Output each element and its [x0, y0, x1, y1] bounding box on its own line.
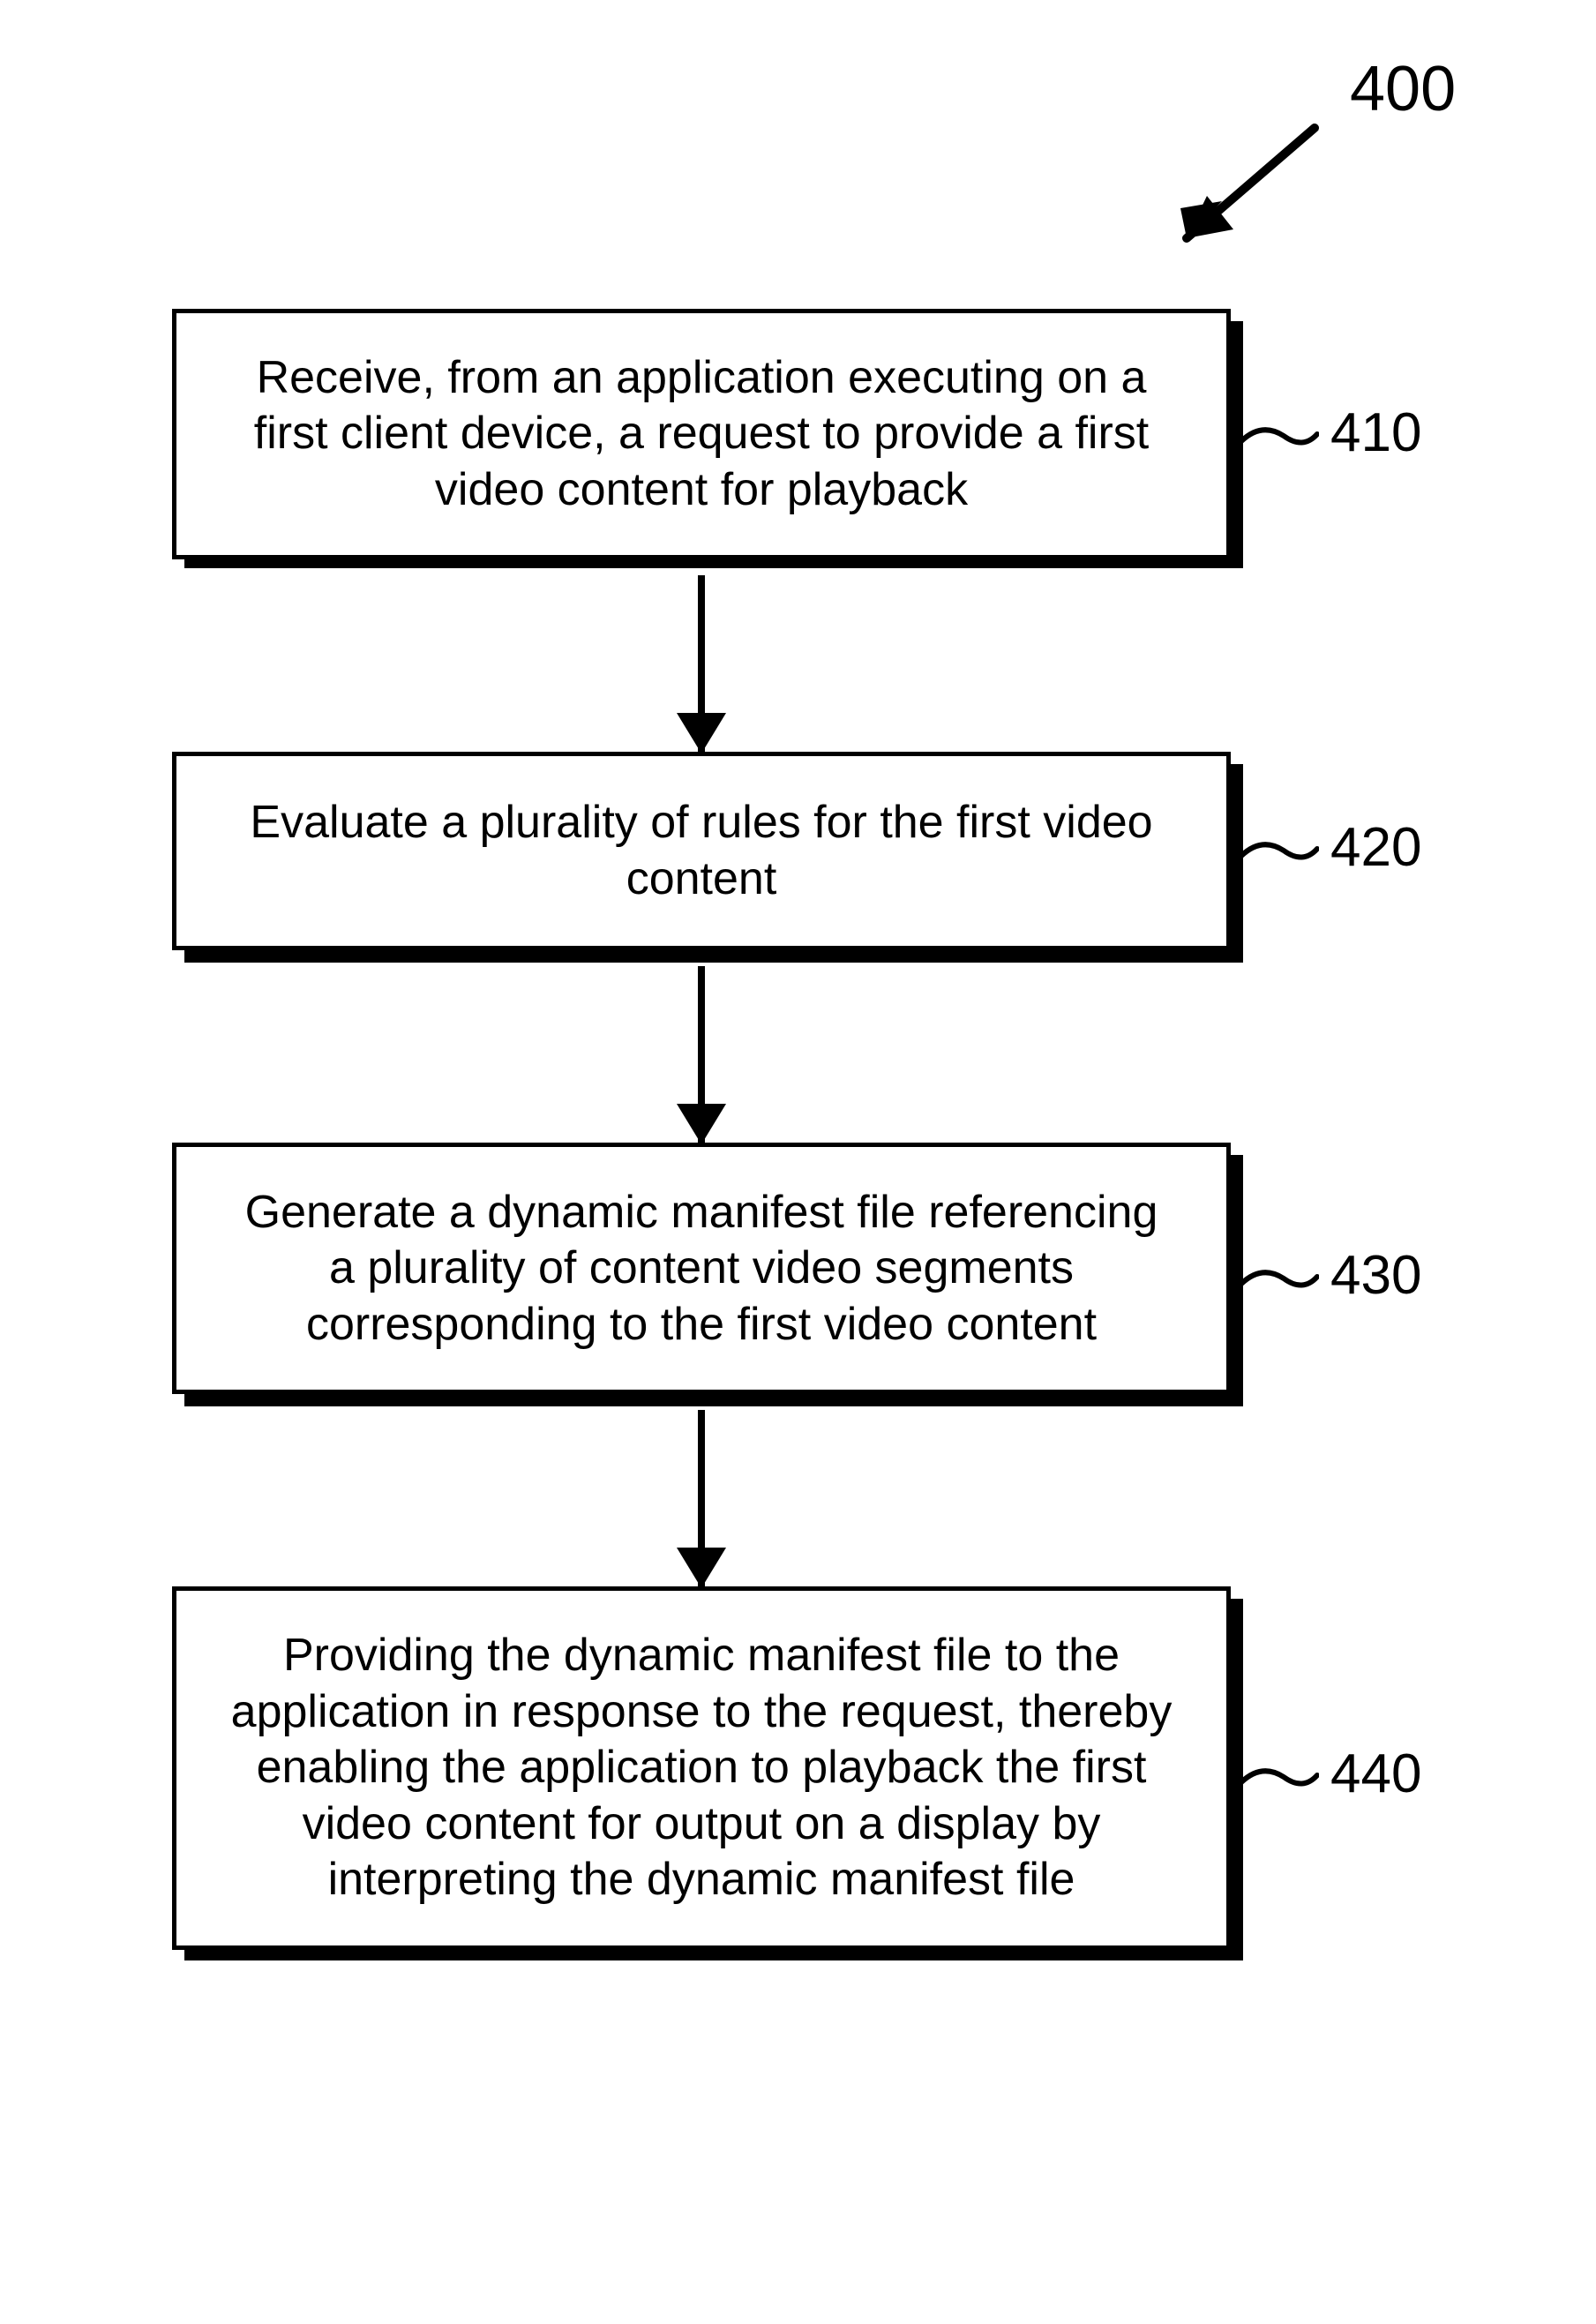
flow-step-box: Providing the dynamic manifest file to t… [172, 1586, 1231, 1949]
flow-connector [698, 1410, 705, 1586]
arrowhead-down-icon [677, 1104, 726, 1144]
figure-pointer-arrow [1138, 115, 1332, 274]
flow-step-box: Receive, from an application executing o… [172, 309, 1231, 559]
flow-step-text: Evaluate a plurality of rules for the fi… [229, 795, 1173, 907]
flow-step-4: Providing the dynamic manifest file to t… [172, 1586, 1231, 1949]
step-ref-label: 430 [1330, 1244, 1421, 1307]
flow-step-box: Evaluate a plurality of rules for the fi… [172, 752, 1231, 950]
flowchart: Receive, from an application executing o… [172, 309, 1231, 1950]
flow-step-1: Receive, from an application executing o… [172, 309, 1231, 559]
label-connector-icon [1240, 1257, 1319, 1301]
label-connector-icon [1240, 829, 1319, 873]
figure-number-label: 400 [1350, 53, 1456, 125]
step-ref-label: 410 [1330, 401, 1421, 464]
step-ref-label: 440 [1330, 1743, 1421, 1805]
flow-connector [698, 575, 705, 752]
label-connector-icon [1240, 1756, 1319, 1800]
flow-step-text: Receive, from an application executing o… [229, 350, 1173, 518]
flow-step-text: Generate a dynamic manifest file referen… [229, 1185, 1173, 1353]
flow-step-text: Providing the dynamic manifest file to t… [229, 1628, 1173, 1908]
label-connector-icon [1240, 415, 1319, 459]
flow-step-2: Evaluate a plurality of rules for the fi… [172, 752, 1231, 950]
diagram-canvas: 400 Receive, from an application executi… [0, 0, 1596, 2324]
flow-connector [698, 966, 705, 1143]
arrowhead-down-icon [677, 713, 726, 753]
step-ref-label: 420 [1330, 816, 1421, 879]
flow-step-3: Generate a dynamic manifest file referen… [172, 1143, 1231, 1394]
flow-step-box: Generate a dynamic manifest file referen… [172, 1143, 1231, 1394]
arrowhead-down-icon [677, 1548, 726, 1588]
